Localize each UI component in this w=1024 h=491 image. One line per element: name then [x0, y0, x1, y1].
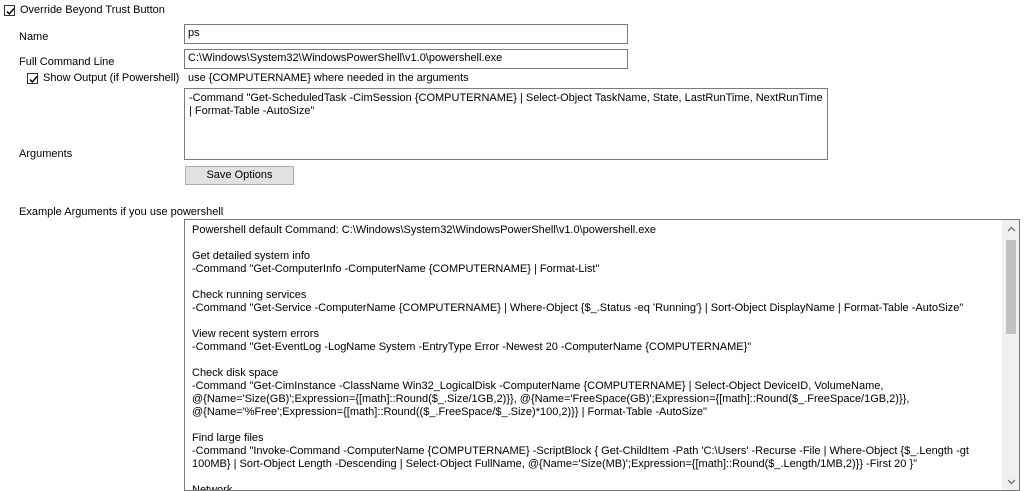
name-label: Name: [19, 31, 49, 43]
vertical-scrollbar[interactable]: [1002, 220, 1019, 490]
hint-text: use {COMPUTERNAME} where needed in the a…: [188, 72, 469, 84]
override-checkbox[interactable]: [4, 5, 15, 16]
scrollbar-thumb[interactable]: [1006, 240, 1016, 334]
name-input[interactable]: ps: [184, 24, 628, 44]
scroll-up-arrow-icon[interactable]: [1003, 220, 1019, 237]
arguments-textarea[interactable]: -Command "Get-ScheduledTask -CimSession …: [184, 88, 828, 160]
override-label: Override Beyond Trust Button: [20, 4, 165, 16]
checkmark-icon: [29, 76, 38, 84]
checkmark-icon: [6, 8, 15, 16]
full-command-input[interactable]: C:\Windows\System32\WindowsPowerShell\v1…: [184, 49, 628, 69]
save-options-button[interactable]: Save Options: [185, 166, 294, 185]
scroll-down-arrow-icon[interactable]: [1003, 473, 1019, 490]
example-text: Powershell default Command: C:\Windows\S…: [192, 224, 969, 491]
example-label: Example Arguments if you use powershell: [19, 206, 224, 218]
arguments-label: Arguments: [19, 148, 73, 160]
full-command-label: Full Command Line: [19, 56, 115, 68]
show-output-label: Show Output (if Powershell): [43, 72, 180, 84]
example-textarea[interactable]: Powershell default Command: C:\Windows\S…: [184, 219, 1020, 491]
show-output-checkbox[interactable]: [27, 73, 38, 84]
